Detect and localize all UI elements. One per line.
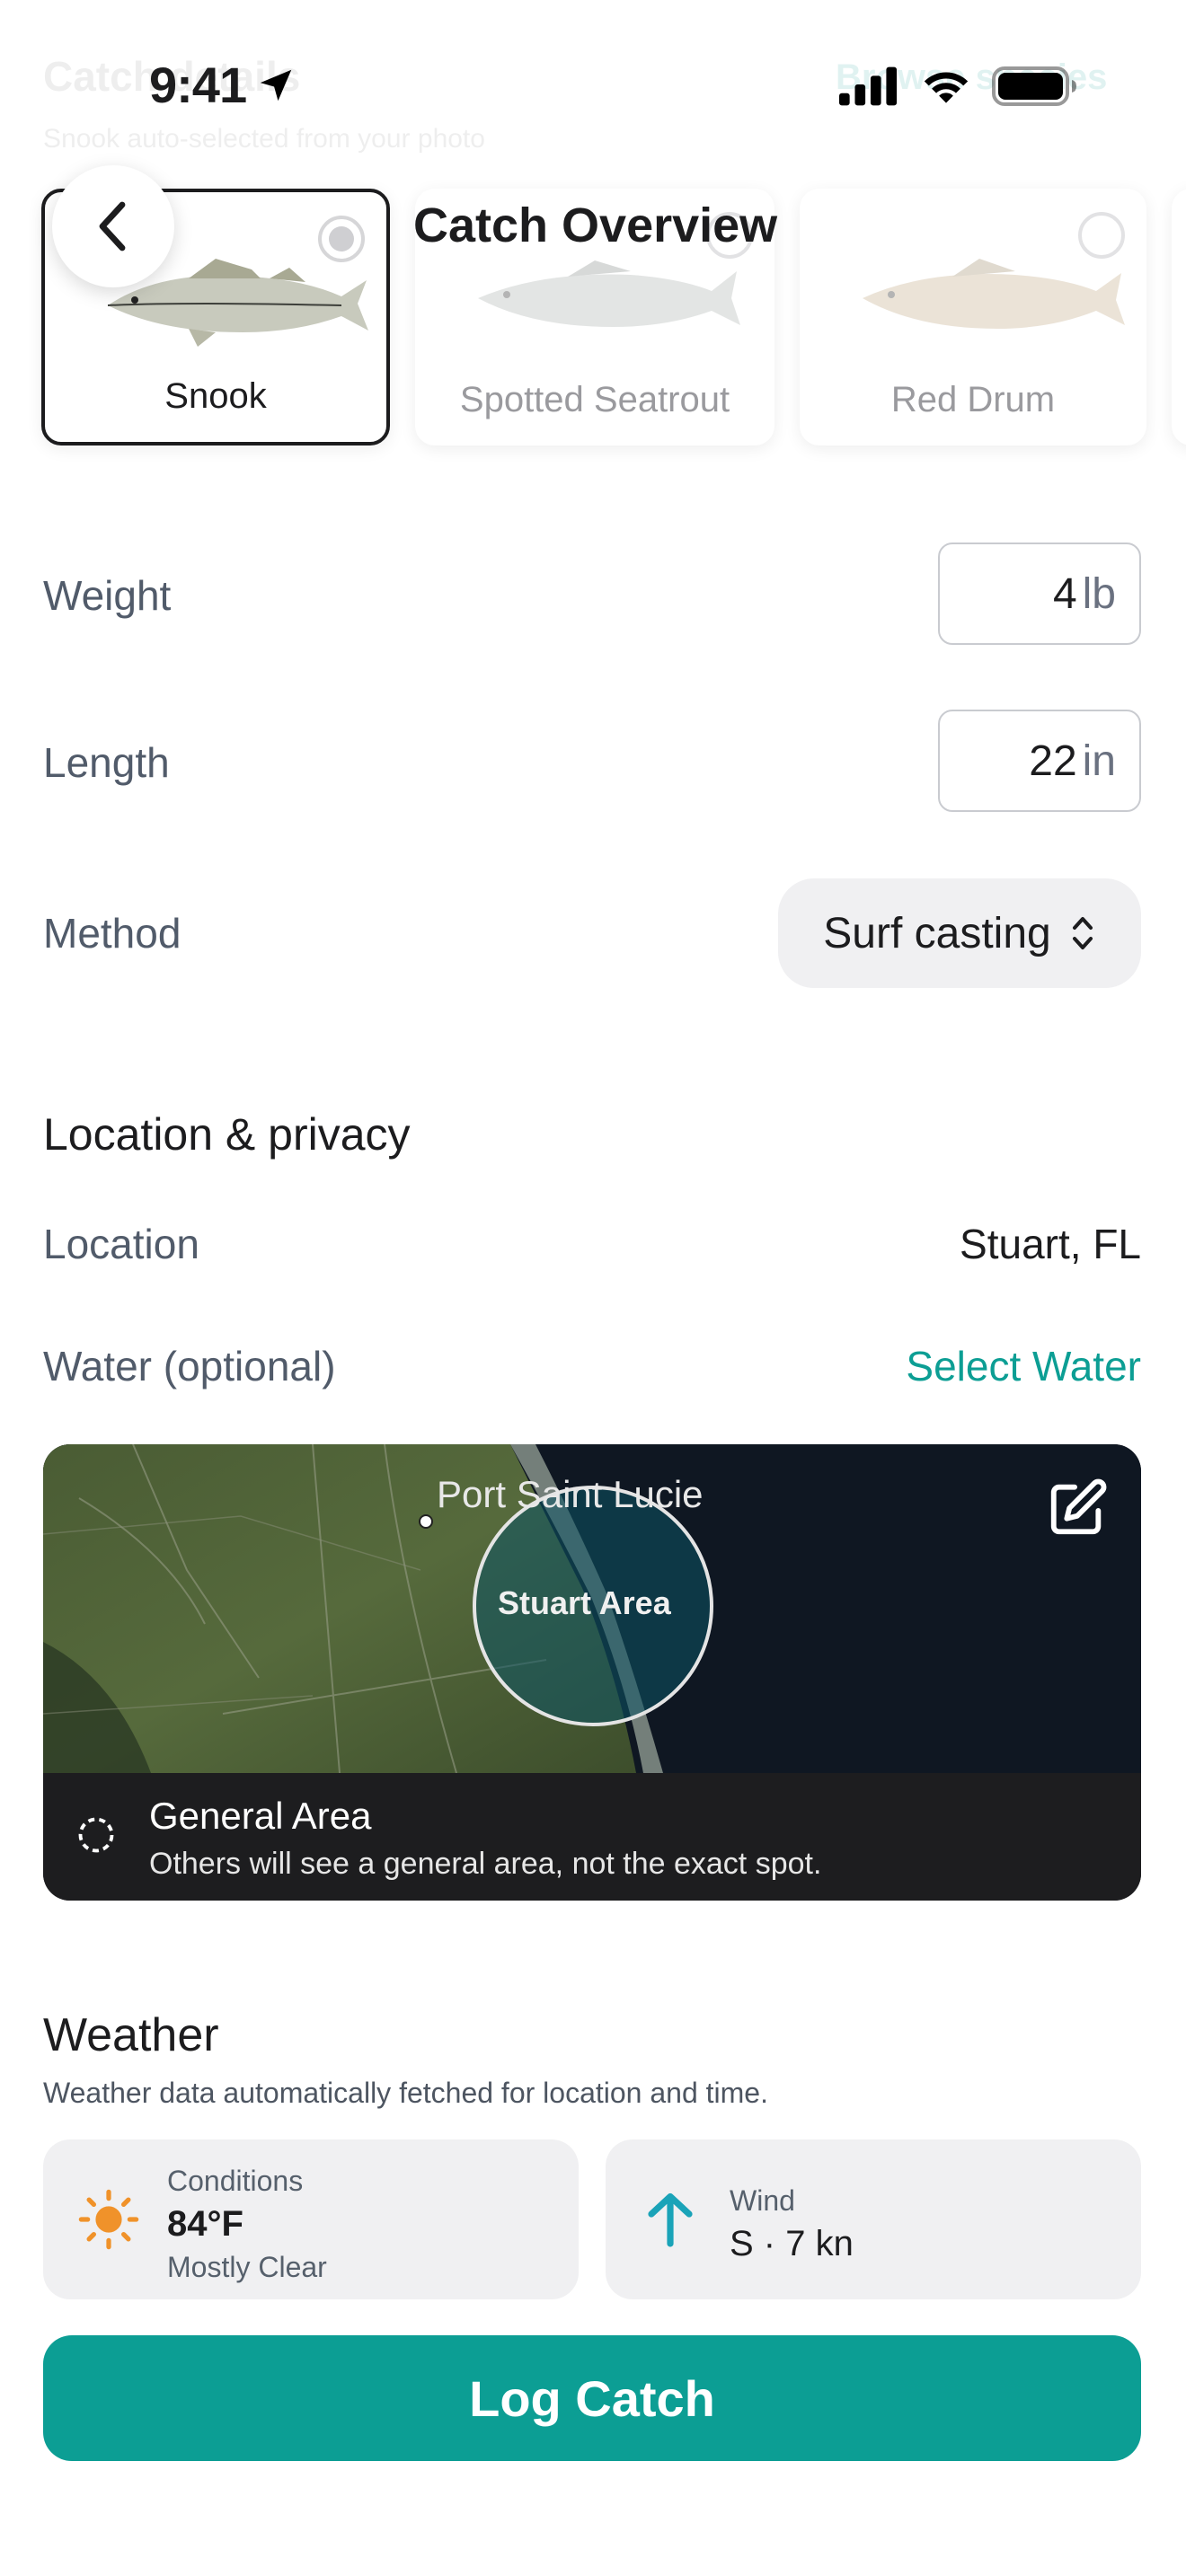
conditions-label: Conditions [167, 2165, 304, 2197]
species-label: Red Drum [890, 380, 1056, 419]
length-label: Length [43, 739, 170, 786]
species-label: Spotted Seatrout [459, 380, 730, 419]
species-card-overflow[interactable] [1172, 189, 1186, 446]
location-map-card[interactable]: Port Saint Lucie Stuart Area General Are… [43, 1444, 1141, 1901]
species-card-red-drum[interactable]: Red Drum [800, 189, 1146, 446]
weather-title: Weather [43, 2009, 219, 2061]
length-unit: in [1082, 737, 1116, 785]
log-catch-button[interactable]: Log Catch [43, 2335, 1141, 2461]
map-area-label: Stuart Area [498, 1584, 671, 1621]
water-label: Water (optional) [43, 1343, 336, 1389]
cellular-signal-icon [839, 66, 898, 106]
battery-icon [992, 66, 1076, 106]
species-label: Snook [164, 376, 267, 416]
back-button[interactable] [52, 165, 174, 287]
weight-label: Weight [43, 572, 172, 619]
weight-unit: lb [1082, 569, 1116, 618]
length-value: 22 [1029, 737, 1077, 785]
wind-card: Wind S · 7 kn [606, 2139, 1141, 2299]
chevron-left-icon [99, 201, 126, 251]
seatrout-fish-icon [478, 260, 740, 327]
length-input[interactable]: 22 in [938, 710, 1141, 812]
chevron-up-down-icon [1072, 917, 1093, 949]
background-subtitle: Snook auto-selected from your photo [43, 124, 485, 154]
privacy-caption: General Area Others will see a general a… [43, 1773, 1141, 1901]
wind-direction-arrow-icon [648, 2192, 693, 2247]
wind-value: S · 7 kn [730, 2224, 854, 2263]
page-title: Catch Overview [413, 198, 778, 252]
radio-unselected-icon [1078, 212, 1125, 259]
conditions-temp: 84°F [167, 2204, 243, 2244]
general-area-icon [78, 1817, 114, 1853]
status-time: 9:41 [149, 57, 247, 113]
weight-value: 4 [1052, 569, 1077, 618]
select-water-link[interactable]: Select Water [906, 1342, 1141, 1390]
radio-selected-icon [318, 216, 365, 262]
conditions-summary: Mostly Clear [167, 2251, 327, 2283]
location-section-title: Location & privacy [43, 1109, 411, 1160]
edit-icon[interactable] [1046, 1477, 1109, 1539]
method-select[interactable]: Surf casting [778, 878, 1141, 988]
location-value[interactable]: Stuart, FL [960, 1220, 1141, 1268]
weather-description: Weather data automatically fetched for l… [43, 2077, 768, 2109]
wifi-icon [924, 72, 969, 103]
sun-icon [78, 2189, 139, 2250]
red-drum-fish-icon [863, 259, 1125, 329]
location-label: Location [43, 1221, 199, 1267]
map-city-label: Port Saint Lucie [437, 1473, 704, 1515]
method-value: Surf casting [823, 909, 1051, 957]
location-arrow-icon [260, 69, 292, 101]
wind-label: Wind [730, 2184, 795, 2217]
privacy-description: Others will see a general area, not the … [149, 1847, 822, 1881]
method-label: Method [43, 910, 181, 957]
conditions-card: Conditions 84°F Mostly Clear [43, 2139, 579, 2299]
weight-input[interactable]: 4 lb [938, 543, 1141, 645]
privacy-title: General Area [149, 1795, 372, 1837]
